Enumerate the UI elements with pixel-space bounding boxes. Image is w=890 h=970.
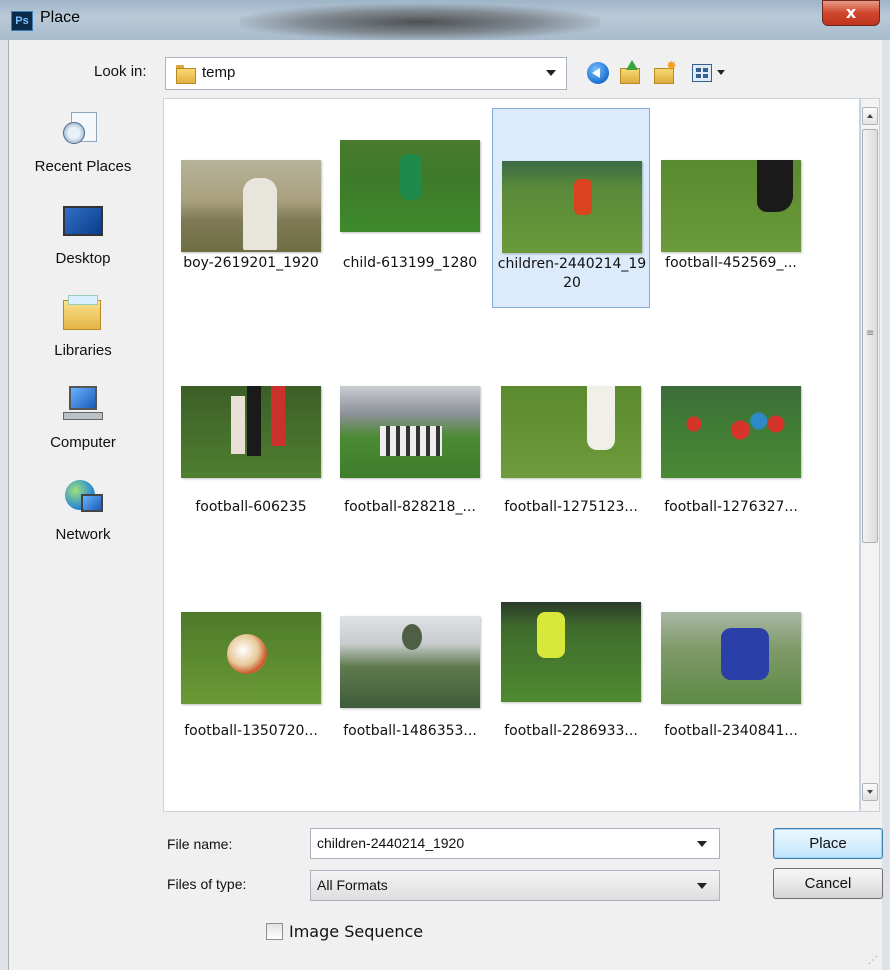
resize-grip-icon[interactable]: ⋰: [868, 955, 878, 966]
chevron-down-icon: [717, 70, 725, 75]
file-thumbnail: [661, 386, 801, 478]
up-folder-icon: [620, 68, 640, 84]
place-desktop[interactable]: Desktop: [8, 192, 158, 278]
file-item[interactable]: football-606235: [172, 352, 330, 552]
file-item[interactable]: child-613199_1280: [331, 108, 489, 308]
place-button[interactable]: Place: [773, 828, 883, 859]
file-item[interactable]: football-1275123...: [492, 352, 650, 552]
file-name: football-2340841...: [664, 723, 798, 739]
file-thumbnail: [502, 161, 642, 253]
file-name: football-1486353...: [343, 723, 477, 739]
file-name-value: children-2440214_1920: [317, 835, 465, 851]
places-bar: Recent Places Desktop Libraries Computer…: [8, 100, 158, 920]
file-thumbnail: [661, 612, 801, 704]
cancel-button[interactable]: Cancel: [773, 868, 883, 899]
file-thumbnail: [501, 602, 641, 702]
views-menu-icon: [692, 64, 712, 82]
file-item[interactable]: football-1486353...: [331, 576, 489, 776]
file-thumbnail: [661, 160, 801, 252]
file-thumbnail: [340, 386, 480, 478]
window-title: Place: [40, 9, 81, 26]
chevron-down-icon: [697, 841, 707, 847]
look-in-dropdown[interactable]: temp: [165, 57, 567, 90]
file-item[interactable]: football-2286933...: [492, 576, 650, 776]
up-arrow-icon: [626, 60, 638, 70]
place-label: Recent Places: [34, 158, 132, 175]
files-of-type-label: Files of type:: [167, 876, 247, 892]
file-name: football-1275123...: [504, 499, 638, 515]
file-item-selected[interactable]: children-2440214_1920: [492, 108, 650, 308]
vertical-scrollbar[interactable]: [860, 98, 880, 812]
place-label: Desktop: [55, 250, 111, 267]
chevron-down-icon: [546, 70, 556, 76]
file-item[interactable]: boy-2619201_1920: [172, 108, 330, 308]
place-label: Libraries: [54, 342, 112, 359]
file-name: football-2286933...: [504, 723, 638, 739]
place-recent-places[interactable]: Recent Places: [8, 100, 158, 186]
sparkle-icon: ✸: [666, 59, 677, 74]
title-bar[interactable]: Ps Place x: [0, 0, 890, 40]
folder-icon: [176, 65, 196, 84]
close-button[interactable]: x: [822, 0, 880, 26]
back-button[interactable]: [585, 60, 611, 86]
place-libraries[interactable]: Libraries: [8, 284, 158, 370]
file-name: football-452569_...: [665, 255, 797, 271]
place-computer[interactable]: Computer: [8, 376, 158, 462]
computer-icon: [63, 386, 103, 426]
file-name: football-606235: [195, 499, 307, 515]
place-label: Network: [55, 526, 111, 543]
file-item[interactable]: football-2340841...: [652, 576, 810, 776]
file-thumbnail: [340, 616, 480, 708]
file-thumbnail: [501, 386, 641, 478]
network-icon: [63, 478, 103, 518]
scroll-up-button[interactable]: [862, 107, 878, 125]
views-menu-button[interactable]: [690, 60, 726, 86]
file-name: children-2440214_1920: [497, 256, 647, 291]
chevron-down-icon: [697, 883, 707, 889]
file-name: football-1276327...: [664, 499, 798, 515]
new-folder-button[interactable]: ✸: [652, 60, 678, 86]
place-dialog: Ps Place x Look in: temp ✸ Recent Places…: [0, 0, 890, 970]
file-thumbnail: [340, 140, 480, 232]
files-of-type-dropdown[interactable]: All Formats: [310, 870, 720, 901]
file-thumbnail: [181, 160, 321, 252]
file-name: boy-2619201_1920: [183, 255, 319, 271]
file-thumbnail: [181, 386, 321, 478]
file-item[interactable]: football-828218_...: [331, 352, 489, 552]
place-label: Computer: [50, 434, 116, 451]
file-item[interactable]: football-452569_...: [652, 108, 810, 308]
image-sequence-label[interactable]: Image Sequence: [289, 922, 423, 941]
image-sequence-checkbox[interactable]: [266, 923, 283, 940]
file-name-input[interactable]: children-2440214_1920: [310, 828, 720, 859]
scrollbar-thumb[interactable]: [862, 129, 878, 543]
up-folder-button[interactable]: [618, 60, 644, 86]
file-name: child-613199_1280: [342, 255, 478, 271]
libraries-icon: [63, 294, 103, 334]
recent-places-icon: [63, 110, 103, 150]
file-item[interactable]: football-1276327...: [652, 352, 810, 552]
place-network[interactable]: Network: [8, 468, 158, 554]
files-of-type-value: All Formats: [317, 877, 388, 893]
desktop-icon: [63, 202, 103, 242]
back-icon: [587, 62, 609, 84]
close-icon: x: [845, 3, 857, 22]
look-in-label: Look in:: [94, 63, 147, 80]
photoshop-app-icon: Ps: [11, 11, 33, 31]
file-name-label: File name:: [167, 836, 233, 852]
file-item[interactable]: football-1350720...: [172, 576, 330, 776]
scroll-down-button[interactable]: [862, 783, 878, 801]
file-name: football-828218_...: [344, 499, 476, 515]
file-name: football-1350720...: [184, 723, 318, 739]
file-thumbnail: [181, 612, 321, 704]
look-in-value: temp: [202, 64, 236, 81]
